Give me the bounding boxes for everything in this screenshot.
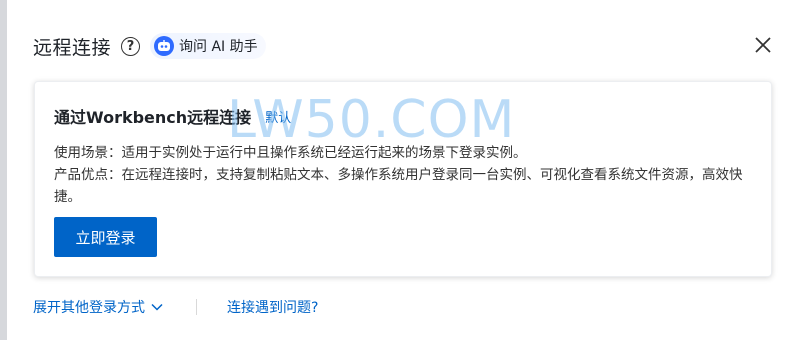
background-strip	[0, 0, 7, 340]
chevron-down-icon	[151, 303, 163, 311]
card-title: 通过Workbench远程连接	[54, 108, 252, 127]
ask-ai-assistant-button[interactable]: 询问 AI 助手	[150, 33, 266, 59]
close-icon[interactable]	[752, 34, 774, 56]
advantages-text: 产品优点：在远程连接时，支持复制粘贴文本、多操作系统用户登录同一台实例、可视化查…	[54, 167, 743, 205]
login-now-button[interactable]: 立即登录	[54, 217, 157, 257]
dialog-header: 远程连接 ? 询问 AI 助手	[33, 30, 266, 62]
dialog-title: 远程连接	[33, 36, 112, 59]
expand-other-login-methods[interactable]: 展开其他登录方式	[33, 297, 163, 317]
footer-divider	[196, 299, 197, 315]
remote-connect-dialog: 远程连接 ? 询问 AI 助手 通过Workbench远程连接 默认 使用场景：	[7, 0, 798, 340]
expand-label: 展开其他登录方式	[33, 300, 145, 316]
default-tag: 默认	[265, 110, 292, 126]
question-circle-icon[interactable]: ?	[121, 36, 141, 56]
connection-problem-link[interactable]: 连接遇到问题?	[227, 297, 318, 317]
dialog-footer: 展开其他登录方式 连接遇到问题?	[33, 296, 318, 318]
card-title-row: 通过Workbench远程连接 默认	[54, 104, 291, 128]
workbench-connect-card: 通过Workbench远程连接 默认 使用场景：适用于实例处于运行中且操作系统已…	[34, 81, 772, 277]
use-case-text: 使用场景：适用于实例处于运行中且操作系统已经运行起来的场景下登录实例。	[54, 145, 527, 161]
ai-assistant-label: 询问 AI 助手	[179, 39, 258, 55]
ai-robot-icon	[154, 36, 175, 56]
